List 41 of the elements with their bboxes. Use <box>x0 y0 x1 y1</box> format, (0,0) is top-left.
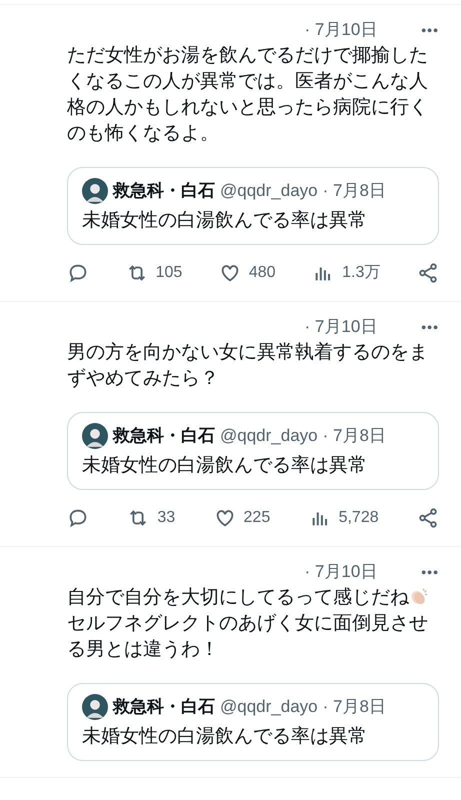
quoted-post-text: 未婚女性の白湯飲んでる率は異常 <box>82 209 368 233</box>
quoted-author-name: 救急科・白石 <box>113 180 215 202</box>
post-date: · 7月10日 <box>304 19 378 41</box>
quoted-post-text: 未婚女性の白湯飲んでる率は異常 <box>82 725 368 749</box>
quoted-post-card[interactable]: 救急科・白石 @qqdr_dayo · 7月8日 未婚女性の白湯飲んでる率は異常 <box>67 683 439 761</box>
share-button[interactable] <box>416 507 439 529</box>
quoted-post-card[interactable]: 救急科・白石 @qqdr_dayo · 7月8日 未婚女性の白湯飲んでる率は異常 <box>67 412 439 490</box>
post-date: · 7月10日 <box>304 561 378 583</box>
avatar-icon <box>82 694 108 720</box>
repost-button[interactable]: 105 <box>126 261 182 285</box>
more-button[interactable]: ••• <box>421 561 439 583</box>
speech-bubble-icon <box>67 262 89 284</box>
views-button[interactable]: 5,728 <box>308 506 379 530</box>
avatar-icon <box>82 423 108 449</box>
avatar-icon <box>82 178 108 204</box>
quoted-post-date: · 7月8日 <box>322 180 386 202</box>
share-button[interactable] <box>416 262 439 284</box>
quoted-post-date: · 7月8日 <box>322 696 386 718</box>
post-text: 男の方を向かない女に異常執着するのをまずやめてみたら？ <box>67 340 429 391</box>
reply-button[interactable] <box>67 507 89 529</box>
quoted-author-name: 救急科・白石 <box>113 425 215 447</box>
quoted-post-text: 未婚女性の白湯飲んでる率は異常 <box>82 454 368 478</box>
quoted-author-handle: @qqdr_dayo <box>220 180 318 202</box>
quoted-post-card[interactable]: 救急科・白石 @qqdr_dayo · 7月8日 未婚女性の白湯飲んでる率は異常 <box>67 167 439 245</box>
like-button[interactable]: 480 <box>218 261 276 285</box>
quoted-post-date: · 7月8日 <box>322 425 386 447</box>
more-button[interactable]: ••• <box>421 316 439 338</box>
more-button[interactable]: ••• <box>421 19 439 41</box>
quoted-author-name: 救急科・白石 <box>113 696 215 718</box>
quoted-author-handle: @qqdr_dayo <box>220 696 318 718</box>
quoted-author-handle: @qqdr_dayo <box>220 425 318 447</box>
repost-button[interactable]: 33 <box>127 506 176 530</box>
like-button[interactable]: 225 <box>214 506 270 530</box>
post-date: · 7月10日 <box>304 316 378 338</box>
share-icon <box>416 507 439 529</box>
speech-bubble-icon <box>67 507 89 529</box>
views-button[interactable]: 1.3万 <box>312 261 380 285</box>
reply-button[interactable] <box>67 262 89 284</box>
post-text: 自分で自分を大切にしてるって感じだね セルフネグレクトのあげく女に面倒見させる男とは違うわ！ <box>67 586 429 662</box>
post-text: ただ女性がお湯を飲んでるだけで揶揄したくなるこの人が異常では。医者がこんな人格の人かもしれないと思ったら病院に行くのも怖くなるよ。 <box>67 44 429 146</box>
share-icon <box>416 262 439 284</box>
